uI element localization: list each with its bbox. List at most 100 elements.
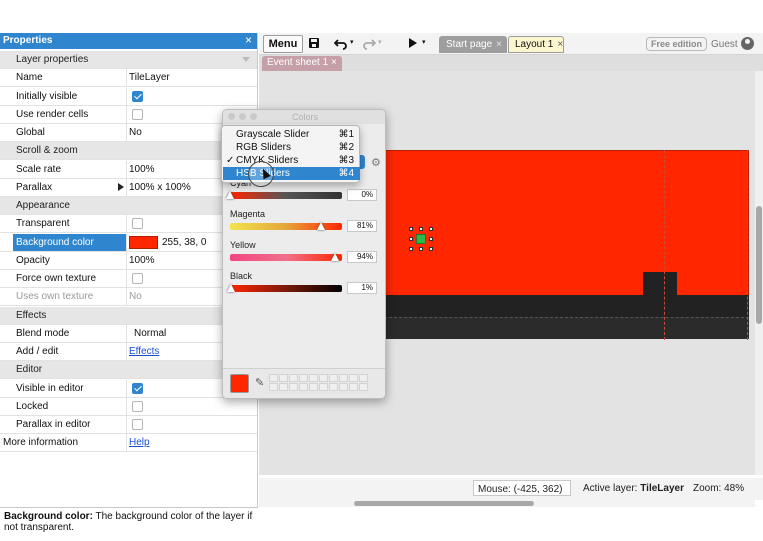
cyan-slider-knob[interactable]	[226, 191, 234, 199]
resize-handle[interactable]	[429, 237, 433, 241]
tab-event-sheet-1[interactable]: Event sheet 1 ×	[262, 56, 342, 71]
empty-swatch-cell[interactable]	[299, 374, 308, 382]
scrollbar-thumb[interactable]	[354, 501, 534, 506]
property-row-uses-own-texture[interactable]: Uses own texture No	[0, 288, 257, 307]
resize-handle[interactable]	[409, 227, 413, 231]
menu-button[interactable]: Menu	[263, 35, 303, 53]
free-edition-badge[interactable]: Free edition	[646, 37, 708, 51]
checkbox[interactable]	[132, 419, 143, 430]
empty-swatch-cell[interactable]	[339, 383, 348, 391]
empty-swatch-cell[interactable]	[269, 374, 278, 382]
empty-swatch-cell[interactable]	[279, 374, 288, 382]
property-row-use-render-cells[interactable]: Use render cells	[0, 105, 257, 124]
empty-swatch-cell[interactable]	[289, 374, 298, 382]
play-dropdown-icon[interactable]: ▾	[422, 38, 426, 56]
property-row-transparent[interactable]: Transparent	[0, 215, 257, 234]
property-link[interactable]: Effects	[129, 346, 159, 357]
empty-swatch-cell[interactable]	[289, 383, 298, 391]
resize-handle[interactable]	[419, 247, 423, 251]
close-window-icon[interactable]	[228, 113, 235, 120]
undo-icon[interactable]	[334, 37, 348, 55]
menu-item-rgb-sliders[interactable]: RGB Sliders ⌘2	[223, 141, 360, 154]
menu-item-hsb-sliders[interactable]: HSB Sliders ⌘4	[223, 167, 360, 180]
property-row-name[interactable]: Name TileLayer	[0, 69, 257, 88]
yellow-slider-knob[interactable]	[331, 253, 340, 261]
close-tab-icon[interactable]: ×	[331, 57, 337, 68]
tile-ground-lower[interactable]	[379, 317, 749, 339]
property-row-blend-mode[interactable]: Blend mode Normal	[0, 324, 257, 343]
property-row-background-color[interactable]: Background color 255, 38, 0	[0, 233, 257, 252]
checkbox[interactable]	[132, 90, 143, 102]
close-icon[interactable]: ×	[245, 33, 252, 47]
magenta-slider[interactable]	[230, 223, 342, 230]
empty-swatch-cell[interactable]	[319, 374, 328, 382]
resize-handle[interactable]	[409, 247, 413, 251]
zoom-window-icon[interactable]	[250, 113, 257, 120]
empty-swatch-cell[interactable]	[329, 383, 338, 391]
vertical-scrollbar[interactable]	[755, 71, 763, 475]
empty-swatch-cell[interactable]	[349, 374, 358, 382]
checkbox[interactable]	[132, 273, 143, 284]
section-editor[interactable]: Editor	[0, 361, 257, 380]
section-layer-properties[interactable]: Layer properties	[0, 51, 257, 69]
minimize-window-icon[interactable]	[239, 113, 246, 120]
close-tab-icon[interactable]: ×	[496, 39, 502, 50]
section-appearance[interactable]: Appearance	[0, 197, 257, 215]
empty-swatch-cell[interactable]	[299, 383, 308, 391]
tab-start-page[interactable]: Start page ×	[439, 36, 507, 53]
play-icon[interactable]	[408, 37, 418, 55]
magenta-slider-knob[interactable]	[316, 222, 325, 230]
horizontal-scrollbar[interactable]	[259, 500, 755, 507]
save-icon[interactable]	[308, 37, 320, 55]
close-tab-icon[interactable]: ×	[557, 39, 563, 50]
menu-item-cmyk-sliders[interactable]: ✓ CMYK Sliders ⌘3	[223, 154, 360, 167]
redo-icon[interactable]	[362, 37, 376, 55]
empty-swatch-cell[interactable]	[319, 383, 328, 391]
tile-block[interactable]	[643, 272, 677, 298]
property-value[interactable]: TileLayer	[129, 72, 170, 83]
resize-handle[interactable]	[429, 227, 433, 231]
property-link[interactable]: Help	[129, 437, 150, 448]
empty-swatch-cell[interactable]	[359, 374, 368, 382]
resize-handle[interactable]	[419, 227, 423, 231]
checkbox[interactable]	[132, 382, 143, 394]
user-name[interactable]: Guest	[711, 39, 738, 50]
eyedropper-icon[interactable]: ✎	[255, 376, 264, 389]
menu-item-grayscale-slider[interactable]: Grayscale Slider ⌘1	[223, 128, 360, 141]
empty-swatch-cell[interactable]	[329, 374, 338, 382]
property-row-global[interactable]: Global No	[0, 124, 257, 142]
expand-arrow-icon[interactable]	[118, 182, 124, 191]
colors-titlebar[interactable]: Colors	[223, 110, 385, 124]
property-row-opacity[interactable]: Opacity 100%	[0, 251, 257, 270]
color-swatch[interactable]	[129, 235, 158, 249]
checkbox[interactable]	[132, 108, 143, 120]
black-slider-knob[interactable]	[227, 284, 236, 292]
property-row-force-own-texture[interactable]: Force own texture	[0, 270, 257, 288]
yellow-slider[interactable]	[230, 254, 342, 261]
property-value[interactable]: Normal	[134, 328, 166, 339]
yellow-value-field[interactable]: 94%	[347, 251, 377, 263]
redo-dropdown-icon[interactable]: ▾	[378, 38, 382, 56]
property-row-initially-visible[interactable]: Initially visible	[0, 87, 257, 106]
black-slider[interactable]	[230, 285, 342, 292]
section-effects[interactable]: Effects	[0, 306, 257, 325]
empty-swatch-cell[interactable]	[349, 383, 358, 391]
empty-swatch-cell[interactable]	[279, 383, 288, 391]
chevron-down-icon[interactable]	[242, 57, 250, 62]
property-row-visible-in-editor[interactable]: Visible in editor	[0, 379, 257, 398]
undo-dropdown-icon[interactable]: ▾	[350, 38, 354, 56]
cyan-value-field[interactable]: 0%	[347, 189, 377, 201]
property-row-add-edit[interactable]: Add / edit Effects	[0, 343, 257, 361]
empty-swatch-cell[interactable]	[309, 383, 318, 391]
resize-handle[interactable]	[429, 247, 433, 251]
property-row-scale-rate[interactable]: Scale rate 100%	[0, 160, 257, 179]
empty-swatch-cell[interactable]	[309, 374, 318, 382]
empty-swatch-cell[interactable]	[359, 383, 368, 391]
section-scroll-zoom[interactable]: Scroll & zoom	[0, 142, 257, 161]
selected-sprite[interactable]	[416, 234, 426, 244]
magenta-value-field[interactable]: 81%	[347, 220, 377, 232]
current-color-swatch[interactable]	[230, 374, 249, 393]
tab-layout-1[interactable]: Layout 1 ×	[508, 36, 564, 53]
user-avatar-icon[interactable]	[741, 37, 754, 50]
scrollbar-thumb[interactable]	[756, 206, 762, 324]
